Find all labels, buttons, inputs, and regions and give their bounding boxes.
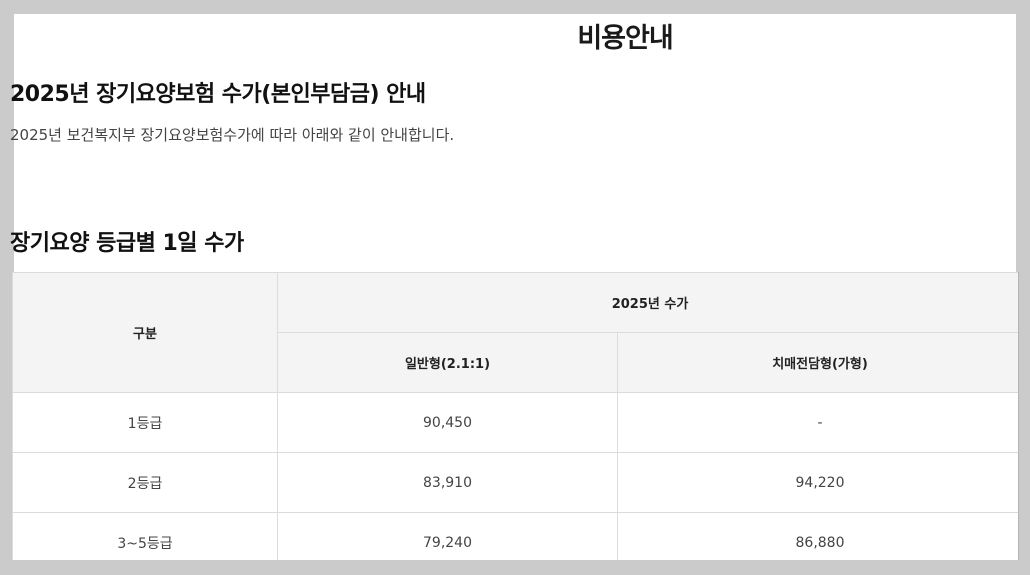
rates-table-container: 구분 2025년 수가 일반형(2.1:1) 치매전담형(가형) 1등급 90,… <box>12 272 1030 572</box>
table-header-row: 구분 2025년 수가 <box>12 272 1023 393</box>
vertical-scrollbar[interactable] <box>1018 272 1030 575</box>
cell-general: 90,450 <box>277 392 618 453</box>
cell-dementia: 94,220 <box>617 452 1023 513</box>
bottom-margin <box>0 560 1030 575</box>
page-title: 비용안내 <box>577 23 673 54</box>
cell-dementia: - <box>617 392 1023 453</box>
content-panel: 비용안내 2025년 장기요양보험 수가(본인부담금) 안내 2025년 보건복… <box>10 14 1023 572</box>
header-dementia: 치매전담형(가형) <box>617 332 1023 393</box>
rates-table: 구분 2025년 수가 일반형(2.1:1) 치매전담형(가형) 1등급 90,… <box>12 272 1023 572</box>
notice-text: 2025년 보건복지부 장기요양보험수가에 따라 아래와 같이 안내합니다. <box>10 126 455 144</box>
table-row: 1등급 90,450 - <box>12 392 1023 453</box>
table-row: 2등급 83,910 94,220 <box>12 452 1023 513</box>
cell-general: 83,910 <box>277 452 618 513</box>
header-group: 2025년 수가 <box>277 272 1023 333</box>
cell-grade: 1등급 <box>12 392 278 453</box>
header-category: 구분 <box>12 272 278 393</box>
rates-heading: 장기요양 등급별 1일 수가 <box>10 231 244 256</box>
header-general: 일반형(2.1:1) <box>277 332 618 393</box>
viewport: 비용안내 2025년 장기요양보험 수가(본인부담금) 안내 2025년 보건복… <box>0 0 1030 575</box>
cell-grade: 2등급 <box>12 452 278 513</box>
notice-heading: 2025년 장기요양보험 수가(본인부담금) 안내 <box>10 82 426 107</box>
